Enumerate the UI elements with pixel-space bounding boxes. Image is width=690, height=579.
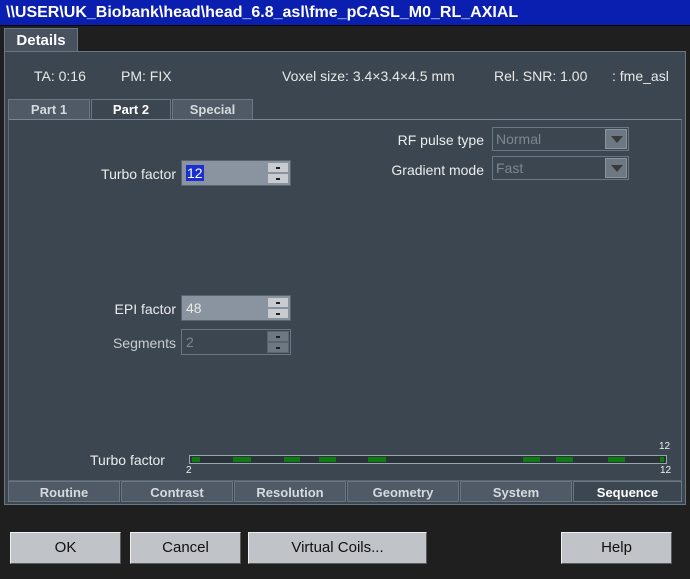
tab-routine[interactable]: Routine [8,481,120,502]
ok-button[interactable]: OK [10,532,121,564]
slider-current-value: 12 [659,441,671,452]
epi-factor-stepper[interactable]: 48 [181,295,291,321]
segments-down-arrow-icon[interactable] [267,342,289,353]
turbo-factor-stepper[interactable]: 12 [181,160,291,186]
slider-segment [284,457,300,462]
slider-min-label: 2 [186,465,192,476]
rf-pulse-type-chevron-down-icon[interactable] [605,129,627,149]
tab-contrast[interactable]: Contrast [121,481,233,502]
window-title: \\USER\UK_Biobank\head\head_6.8_asl\fme_… [0,0,690,26]
segments-up-arrow-icon[interactable] [267,331,289,342]
cancel-button[interactable]: Cancel [130,532,241,564]
voxel-size-label: Voxel size: 3.4×3.4×4.5 mm [282,68,455,84]
slider-segment [608,457,625,462]
slider-thumb[interactable] [660,457,664,462]
segments-stepper[interactable]: 2 [181,329,291,355]
slider-segment [368,457,386,462]
rf-pulse-type-label: RF pulse type [397,132,484,148]
tab-sequence[interactable]: Sequence [573,481,682,502]
dialog-button-row: OK Cancel Virtual Coils... Help [0,532,690,566]
tab-resolution[interactable]: Resolution [234,481,346,502]
gradient-mode-label: Gradient mode [391,162,484,178]
epi-factor-label: EPI factor [114,301,176,317]
turbo-factor-label: Turbo factor [101,166,176,182]
segments-value[interactable]: 2 [186,334,194,350]
virtual-coils-button[interactable]: Virtual Coils... [248,532,427,564]
sequence-name-label: : fme_asl [612,68,669,84]
info-bar: TA: 0:16 PM: FIX Voxel size: 3.4×3.4×4.5… [10,66,680,88]
epi-factor-value[interactable]: 48 [186,300,202,316]
ta-label: TA: 0:16 [34,68,86,84]
tab-system[interactable]: System [460,481,572,502]
slider-segment [233,457,251,462]
turbo-factor-slider[interactable] [189,455,667,464]
tab-part-1[interactable]: Part 1 [8,99,90,119]
slider-segment [523,457,540,462]
tab-geometry[interactable]: Geometry [347,481,459,502]
tab-part-2[interactable]: Part 2 [91,99,171,120]
turbo-factor-up-arrow-icon[interactable] [267,162,289,173]
tab-special[interactable]: Special [172,99,253,119]
slider-segment [319,457,336,462]
gradient-mode-chevron-down-icon[interactable] [605,158,627,178]
turbo-factor-slider-label: Turbo factor [90,452,165,468]
gradient-mode-value: Fast [496,160,524,176]
turbo-factor-value[interactable]: 12 [186,165,204,181]
rf-pulse-type-value: Normal [496,131,542,147]
epi-factor-up-arrow-icon[interactable] [267,297,289,308]
slider-max-label: 12 [660,465,672,476]
snr-label: Rel. SNR: 1.00 [494,68,588,84]
tab-details[interactable]: Details [4,28,78,52]
segments-label: Segments [112,335,176,351]
epi-factor-down-arrow-icon[interactable] [267,308,289,319]
help-button[interactable]: Help [561,532,672,564]
pm-label: PM: FIX [121,68,172,84]
turbo-factor-down-arrow-icon[interactable] [267,173,289,184]
slider-segment [556,457,573,462]
gradient-mode-select[interactable]: Fast [492,156,629,180]
rf-pulse-type-select[interactable]: Normal [492,127,629,151]
slider-segment [192,457,200,462]
